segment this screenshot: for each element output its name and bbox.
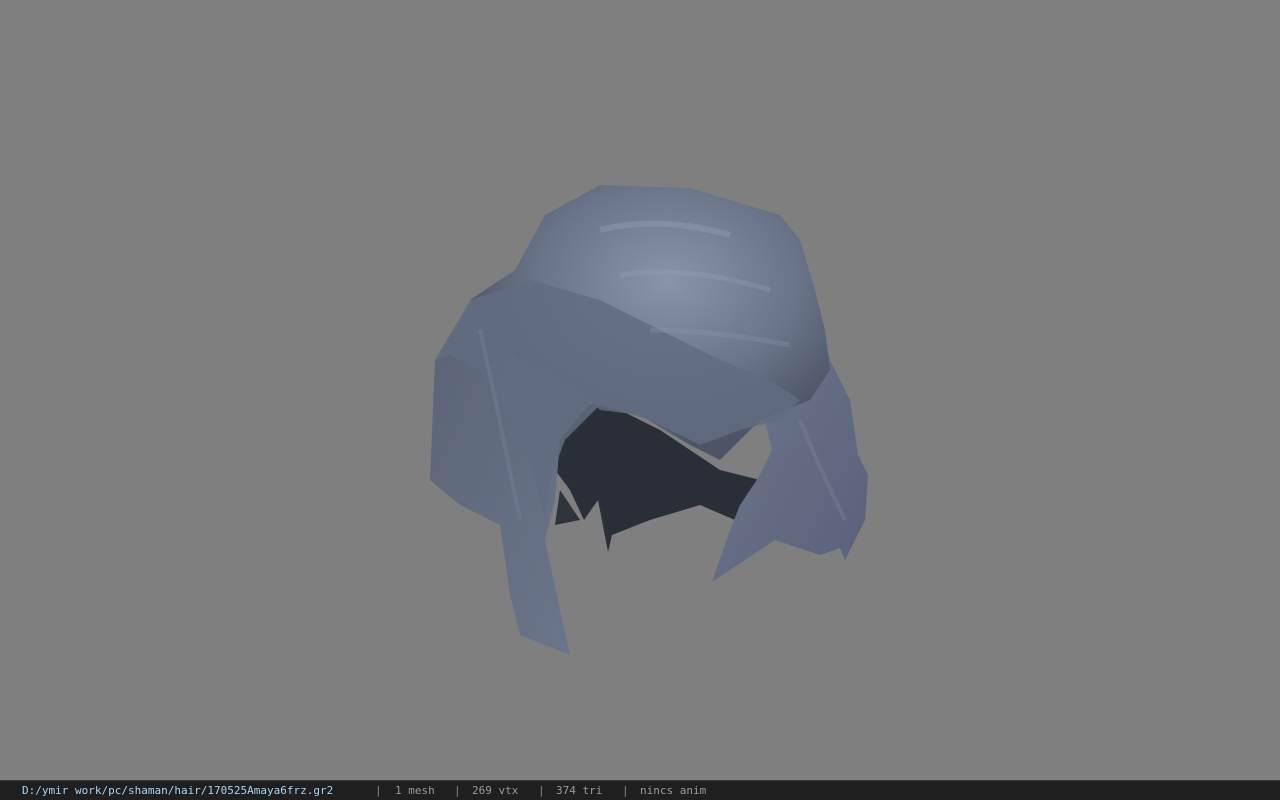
separator: | — [375, 784, 382, 797]
separator: | — [454, 784, 461, 797]
3d-viewport[interactable] — [0, 0, 1280, 780]
status-bar: D:/ymir work/pc/shaman/hair/170525Amaya6… — [0, 780, 1280, 800]
mesh-count: 1 mesh — [395, 784, 435, 797]
vertex-count: 269 vtx — [472, 784, 519, 797]
anim-status: nincs anim — [640, 784, 707, 797]
hair-mesh-icon[interactable] — [0, 0, 1280, 780]
triangle-count: 374 tri — [556, 784, 603, 797]
separator: | — [622, 784, 629, 797]
separator: | — [538, 784, 545, 797]
file-path: D:/ymir work/pc/shaman/hair/170525Amaya6… — [22, 784, 334, 797]
